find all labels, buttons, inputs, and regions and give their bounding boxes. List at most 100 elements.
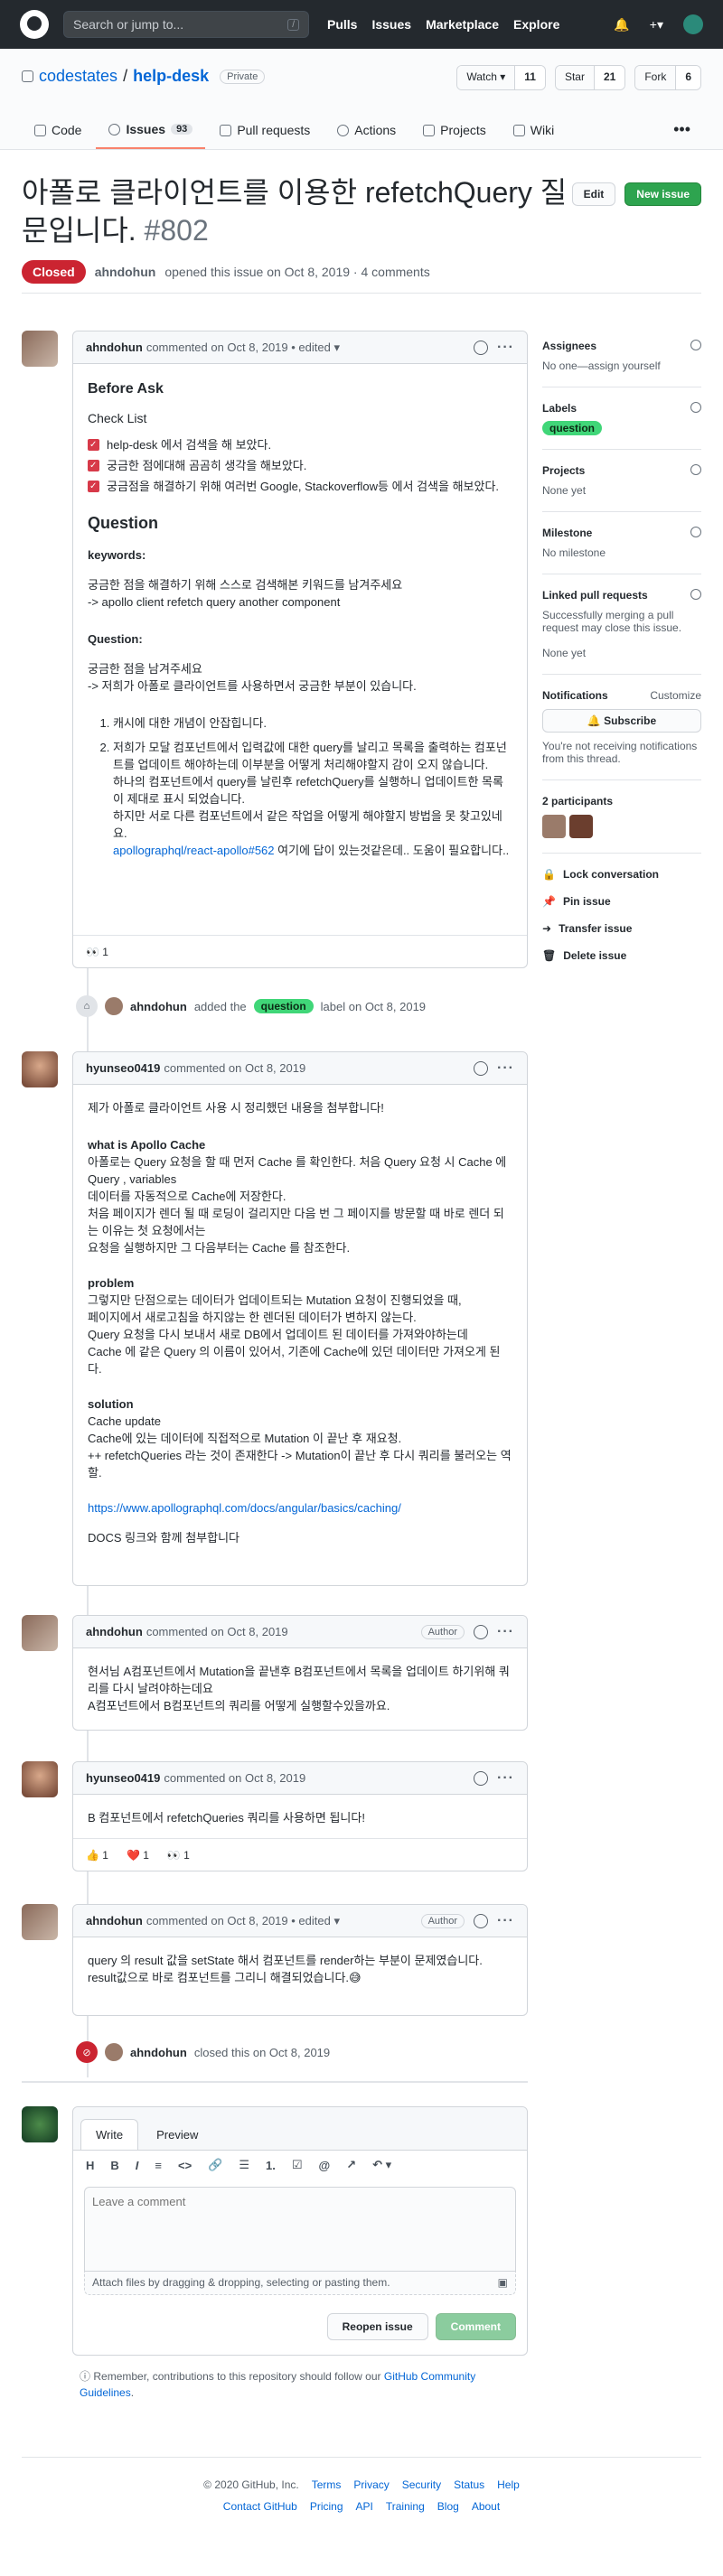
nav-pulls[interactable]: Pulls (327, 17, 357, 32)
avatar[interactable] (22, 1904, 58, 1940)
heading-icon[interactable]: H (86, 2159, 94, 2172)
watch-button[interactable]: Watch ▾ 11 (456, 65, 546, 90)
repo-name-link[interactable]: help-desk (133, 67, 209, 86)
footer-link[interactable]: Training (386, 2500, 425, 2513)
nav-issues[interactable]: Issues (371, 17, 411, 32)
smiley-icon[interactable] (474, 1770, 489, 1786)
reaction-thumbs-up[interactable]: 👍 1 (86, 1849, 108, 1862)
attach-files-bar[interactable]: Attach files by dragging & dropping, sel… (84, 2272, 516, 2295)
avatar[interactable] (105, 2043, 123, 2061)
avatar[interactable] (22, 1615, 58, 1651)
tab-code[interactable]: Code (22, 113, 94, 149)
footer-link[interactable]: Terms (312, 2478, 342, 2491)
avatar[interactable] (105, 997, 123, 1015)
tab-pull-requests[interactable]: Pull requests (207, 113, 323, 149)
gear-icon[interactable] (690, 527, 701, 537)
tab-write[interactable]: Write (80, 2119, 139, 2150)
label-question[interactable]: question (253, 999, 314, 1013)
footer-link[interactable]: Blog (437, 2500, 459, 2513)
divider (22, 2081, 528, 2083)
pin-issue-button[interactable]: 📌 Pin issue (542, 895, 701, 908)
issue-reference-link[interactable]: apollographql/react-apollo#562 (113, 844, 275, 857)
search-input[interactable]: Search or jump to... / (63, 11, 309, 38)
more-tabs-button[interactable]: ••• (662, 113, 701, 149)
visibility-badge: Private (220, 69, 266, 84)
reply-icon[interactable]: ↶ ▾ (372, 2158, 391, 2172)
avatar[interactable] (542, 815, 566, 838)
label-question[interactable]: question (542, 421, 602, 435)
reaction-eyes[interactable]: 👀 1 (86, 946, 108, 958)
smiley-icon[interactable] (474, 1913, 489, 1928)
user-avatar[interactable] (683, 14, 703, 34)
gear-icon[interactable] (690, 589, 701, 600)
tab-issues[interactable]: Issues 93 (96, 113, 206, 149)
lock-conversation-button[interactable]: 🔒 Lock conversation (542, 868, 701, 881)
checkbox-checked-icon[interactable] (88, 457, 99, 474)
kebab-menu-icon[interactable]: ··· (497, 340, 514, 356)
kebab-menu-icon[interactable]: ··· (497, 1624, 514, 1640)
star-button[interactable]: Star 21 (554, 65, 626, 90)
footer-link[interactable]: Privacy (353, 2478, 389, 2491)
delete-issue-button[interactable]: 🗑 Delete issue (542, 949, 701, 962)
fork-button[interactable]: Fork 6 (634, 65, 701, 90)
project-icon (423, 124, 436, 136)
avatar[interactable] (22, 331, 58, 367)
gear-icon[interactable] (690, 340, 701, 350)
tab-wiki[interactable]: Wiki (501, 113, 567, 149)
comment-textarea[interactable] (84, 2187, 516, 2272)
tab-actions[interactable]: Actions (324, 113, 408, 149)
transfer-issue-button[interactable]: ➜ Transfer issue (542, 922, 701, 935)
tab-projects[interactable]: Projects (410, 113, 499, 149)
reaction-heart[interactable]: ❤️ 1 (127, 1849, 149, 1862)
footer-link[interactable]: Contact GitHub (223, 2500, 297, 2513)
numbered-list-icon[interactable]: 1. (266, 2159, 276, 2172)
code-icon[interactable]: <> (178, 2159, 192, 2172)
bell-icon[interactable]: 🔔 (614, 17, 629, 33)
new-issue-button[interactable]: New issue (624, 182, 701, 206)
pull-request-icon (220, 124, 232, 136)
plus-menu-icon[interactable]: +▾ (650, 17, 663, 33)
footer-link[interactable]: Help (497, 2478, 520, 2491)
italic-icon[interactable]: I (136, 2159, 139, 2172)
kebab-menu-icon[interactable]: ··· (497, 1913, 514, 1929)
avatar[interactable] (569, 815, 593, 838)
smiley-icon[interactable] (474, 1624, 489, 1639)
issue-author[interactable]: ahndohun (95, 265, 156, 279)
bold-icon[interactable]: B (110, 2159, 118, 2172)
tab-preview[interactable]: Preview (142, 2120, 212, 2150)
checkbox-checked-icon[interactable] (88, 436, 99, 453)
avatar[interactable] (22, 1051, 58, 1087)
markdown-icon: ▣ (497, 2276, 508, 2289)
edit-title-button[interactable]: Edit (571, 182, 616, 206)
quote-icon[interactable]: ≡ (155, 2159, 162, 2172)
smiley-icon[interactable] (474, 340, 489, 355)
cross-reference-icon[interactable]: ↗ (346, 2158, 356, 2172)
link-icon[interactable]: 🔗 (208, 2158, 222, 2172)
footer-link[interactable]: Pricing (310, 2500, 343, 2513)
kebab-menu-icon[interactable]: ··· (497, 1060, 514, 1077)
avatar[interactable] (22, 1761, 58, 1797)
subscribe-button[interactable]: 🔔 Subscribe (542, 709, 701, 733)
smiley-icon[interactable] (474, 1060, 489, 1076)
bullet-list-icon[interactable]: ☰ (239, 2158, 249, 2172)
kebab-menu-icon[interactable]: ··· (497, 1770, 514, 1787)
footer-link[interactable]: Status (454, 2478, 484, 2491)
comment-button[interactable]: Comment (435, 2313, 516, 2340)
footer-link[interactable]: About (472, 2500, 500, 2513)
footer-link[interactable]: API (356, 2500, 373, 2513)
footer-link[interactable]: Security (402, 2478, 441, 2491)
customize-link[interactable]: Customize (650, 689, 701, 702)
avatar[interactable] (22, 2106, 58, 2142)
reaction-eyes[interactable]: 👀 1 (167, 1849, 190, 1862)
gear-icon[interactable] (690, 464, 701, 475)
mention-icon[interactable]: @ (319, 2159, 331, 2172)
gear-icon[interactable] (690, 402, 701, 413)
nav-explore[interactable]: Explore (513, 17, 559, 32)
task-list-icon[interactable]: ☑ (292, 2158, 303, 2172)
checkbox-checked-icon[interactable] (88, 478, 99, 495)
reopen-issue-button[interactable]: Reopen issue (326, 2313, 428, 2340)
nav-marketplace[interactable]: Marketplace (426, 17, 499, 32)
github-logo-icon[interactable] (20, 10, 49, 39)
apollo-docs-link[interactable]: https://www.apollographql.com/docs/angul… (88, 1501, 401, 1515)
repo-owner-link[interactable]: codestates (39, 67, 117, 86)
